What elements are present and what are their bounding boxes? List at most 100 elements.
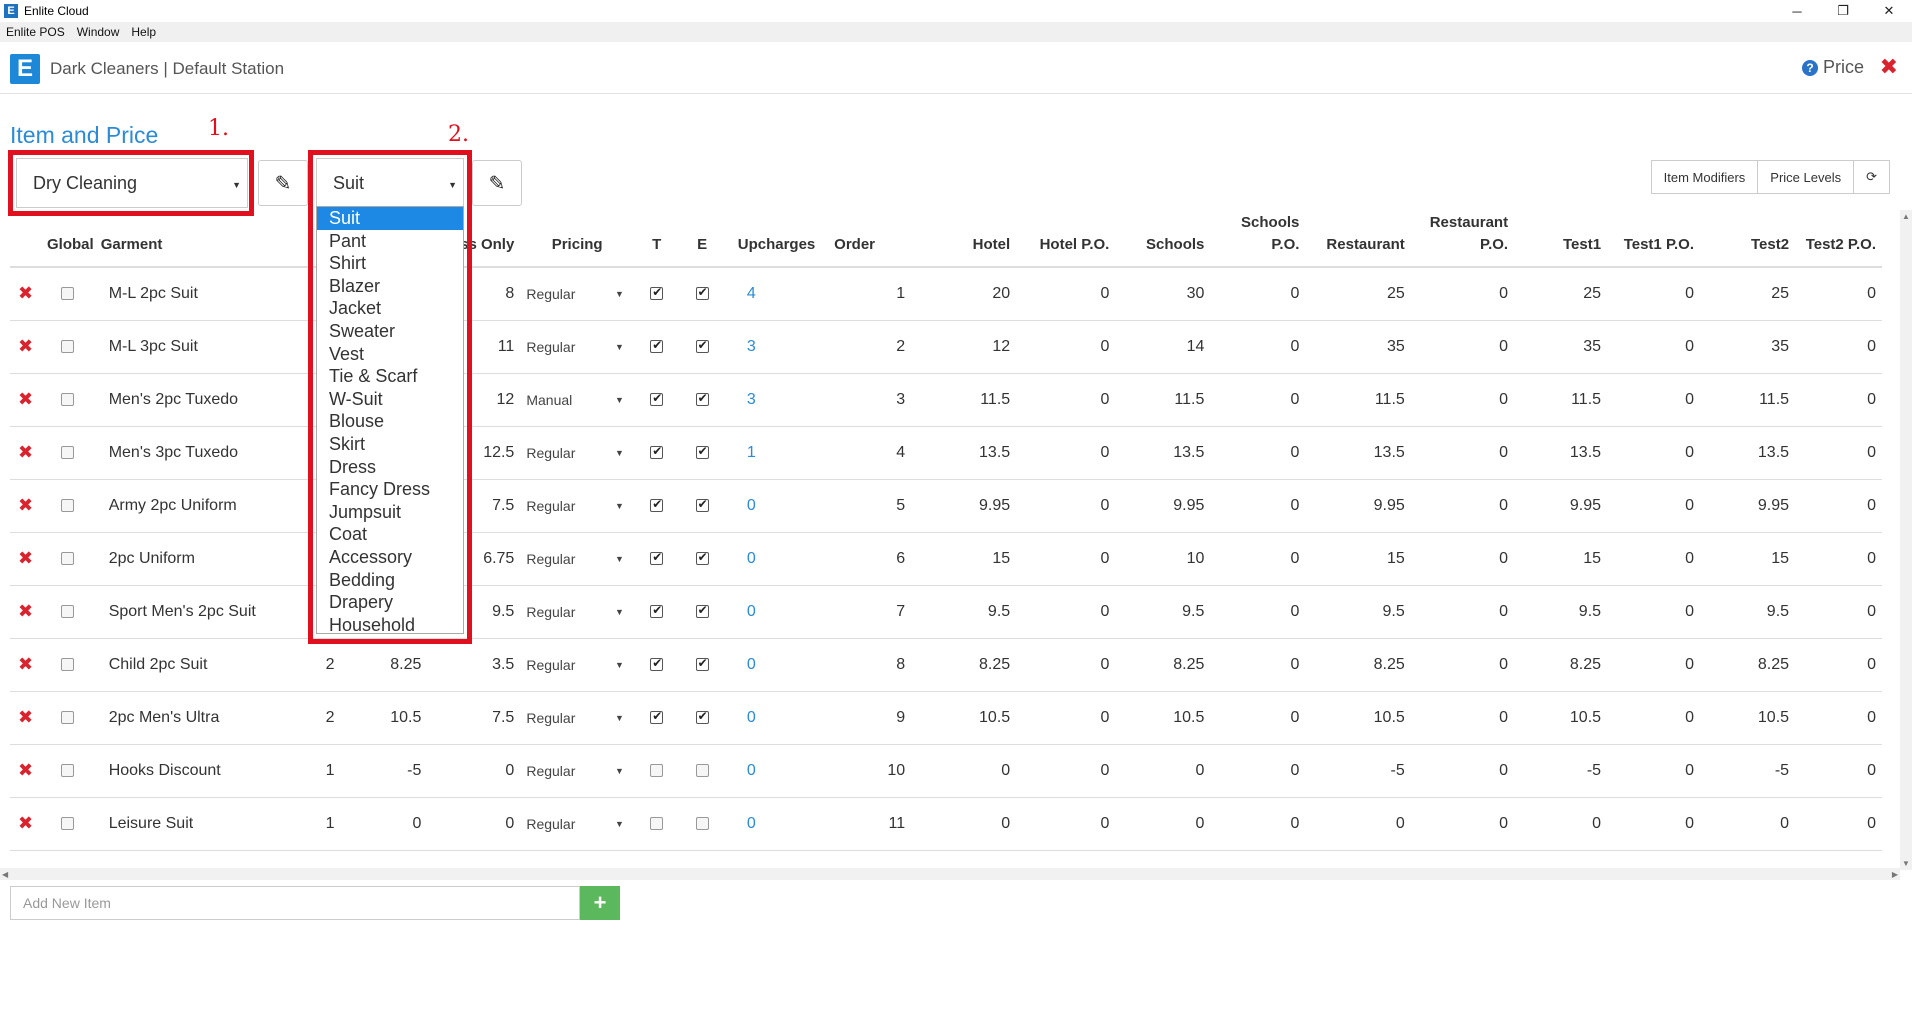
t-checkbox[interactable] <box>650 444 664 459</box>
garment-name[interactable]: Army 2pc Uniform <box>94 479 279 533</box>
add-new-item-input[interactable]: Add New Item <box>10 886 580 920</box>
upcharges-link[interactable]: 3 <box>724 320 829 374</box>
e-checkbox[interactable] <box>695 763 709 777</box>
price-levels-button[interactable]: Price Levels <box>1758 160 1855 194</box>
garment-name[interactable]: Men's 3pc Tuxedo <box>94 426 279 480</box>
pricing-select[interactable]: Regular ▼ <box>520 691 634 745</box>
scroll-right-icon[interactable]: ▶ <box>1892 870 1898 879</box>
e-checkbox[interactable] <box>695 285 709 301</box>
global-checkbox[interactable] <box>61 392 75 406</box>
global-checkbox[interactable] <box>61 339 75 353</box>
upcharges-link[interactable]: 0 <box>724 585 829 639</box>
scroll-left-icon[interactable]: ◀ <box>2 870 8 879</box>
global-checkbox[interactable] <box>61 287 75 301</box>
e-checkbox[interactable] <box>695 603 709 618</box>
scroll-up-icon[interactable]: ▲ <box>1902 212 1910 221</box>
pricing-select[interactable]: Regular ▼ <box>520 267 634 321</box>
t-checkbox[interactable] <box>650 338 664 353</box>
order-cell[interactable]: 5 <box>828 479 922 533</box>
upcharges-link[interactable]: 0 <box>724 797 829 851</box>
edit-category-button[interactable]: ✎ <box>258 160 308 206</box>
order-cell[interactable]: 7 <box>828 585 922 639</box>
upcharges-link[interactable]: 0 <box>724 479 829 533</box>
delete-icon[interactable]: ✖ <box>10 691 41 745</box>
delete-icon[interactable]: ✖ <box>10 585 41 639</box>
price-help-link[interactable]: ? Price <box>1801 57 1864 78</box>
maximize-button[interactable]: ❐ <box>1820 0 1866 22</box>
garment-name[interactable]: M-L 3pc Suit <box>94 320 279 374</box>
pricing-select[interactable]: Regular ▼ <box>520 479 634 533</box>
menu-help[interactable]: Help <box>131 25 156 39</box>
vertical-scrollbar[interactable]: ▲ ▼ <box>1900 210 1912 870</box>
close-window-button[interactable]: ✕ <box>1866 0 1912 22</box>
garment-name[interactable]: Leisure Suit <box>94 797 279 851</box>
pricing-select[interactable]: Regular ▼ <box>520 426 634 480</box>
t-checkbox[interactable] <box>650 763 664 777</box>
t-checkbox[interactable] <box>650 285 664 301</box>
delete-icon[interactable]: ✖ <box>10 479 41 533</box>
global-checkbox[interactable] <box>61 657 75 671</box>
item-modifiers-button[interactable]: Item Modifiers <box>1650 160 1759 194</box>
refresh-icon[interactable]: ⟳ <box>1854 160 1890 194</box>
garment-name[interactable]: Child 2pc Suit <box>94 638 279 692</box>
order-cell[interactable]: 8 <box>828 638 922 692</box>
add-item-button[interactable]: + <box>580 886 620 920</box>
order-cell[interactable]: 4 <box>828 426 922 480</box>
delete-icon[interactable]: ✖ <box>10 532 41 586</box>
edit-garment-type-button[interactable]: ✎ <box>472 160 522 206</box>
pricing-select[interactable]: Regular ▼ <box>520 585 634 639</box>
upcharges-link[interactable]: 0 <box>724 638 829 692</box>
pricing-select[interactable]: Regular ▼ <box>520 532 634 586</box>
global-checkbox[interactable] <box>61 816 75 830</box>
global-checkbox[interactable] <box>61 445 75 459</box>
delete-icon[interactable]: ✖ <box>10 267 41 321</box>
t-checkbox[interactable] <box>650 550 664 565</box>
e-checkbox[interactable] <box>695 338 709 353</box>
delete-icon[interactable]: ✖ <box>10 797 41 851</box>
global-checkbox[interactable] <box>61 710 75 724</box>
order-cell[interactable]: 2 <box>828 320 922 374</box>
garment-name[interactable]: M-L 2pc Suit <box>94 267 279 321</box>
delete-icon[interactable]: ✖ <box>10 426 41 480</box>
pricing-select[interactable]: Regular ▼ <box>520 744 634 798</box>
delete-icon[interactable]: ✖ <box>10 638 41 692</box>
delete-icon[interactable]: ✖ <box>10 320 41 374</box>
order-cell[interactable]: 1 <box>828 267 922 321</box>
order-cell[interactable]: 9 <box>828 691 922 745</box>
menu-window[interactable]: Window <box>77 25 120 39</box>
global-checkbox[interactable] <box>61 551 75 565</box>
global-checkbox[interactable] <box>61 604 75 618</box>
upcharges-link[interactable]: 3 <box>724 373 829 427</box>
e-checkbox[interactable] <box>695 550 709 565</box>
order-cell[interactable]: 3 <box>828 373 922 427</box>
pricing-select[interactable]: Manual ▼ <box>520 373 634 427</box>
delete-icon[interactable]: ✖ <box>10 373 41 427</box>
garment-name[interactable]: Sport Men's 2pc Suit <box>94 585 279 639</box>
e-checkbox[interactable] <box>695 497 709 512</box>
horizontal-scrollbar[interactable]: ◀ ▶ <box>0 868 1900 880</box>
global-checkbox[interactable] <box>61 498 75 512</box>
global-checkbox[interactable] <box>61 763 75 777</box>
e-checkbox[interactable] <box>695 444 709 459</box>
upcharges-link[interactable]: 0 <box>724 691 829 745</box>
menu-enlite-pos[interactable]: Enlite POS <box>6 25 65 39</box>
t-checkbox[interactable] <box>650 497 664 512</box>
order-cell[interactable]: 6 <box>828 532 922 586</box>
upcharges-link[interactable]: 1 <box>724 426 829 480</box>
t-checkbox[interactable] <box>650 656 664 671</box>
close-icon[interactable]: ✖ <box>1880 54 1898 80</box>
t-checkbox[interactable] <box>650 391 664 406</box>
e-checkbox[interactable] <box>695 816 709 830</box>
t-checkbox[interactable] <box>650 603 664 618</box>
garment-name[interactable]: 2pc Men's Ultra <box>94 691 279 745</box>
e-checkbox[interactable] <box>695 391 709 406</box>
pricing-select[interactable]: Regular ▼ <box>520 797 634 851</box>
order-cell[interactable]: 11 <box>828 797 922 851</box>
e-checkbox[interactable] <box>695 656 709 671</box>
upcharges-link[interactable]: 0 <box>724 744 829 798</box>
scroll-down-icon[interactable]: ▼ <box>1902 859 1910 868</box>
delete-icon[interactable]: ✖ <box>10 744 41 798</box>
upcharges-link[interactable]: 4 <box>724 267 829 321</box>
pricing-select[interactable]: Regular ▼ <box>520 320 634 374</box>
garment-name[interactable]: 2pc Uniform <box>94 532 279 586</box>
